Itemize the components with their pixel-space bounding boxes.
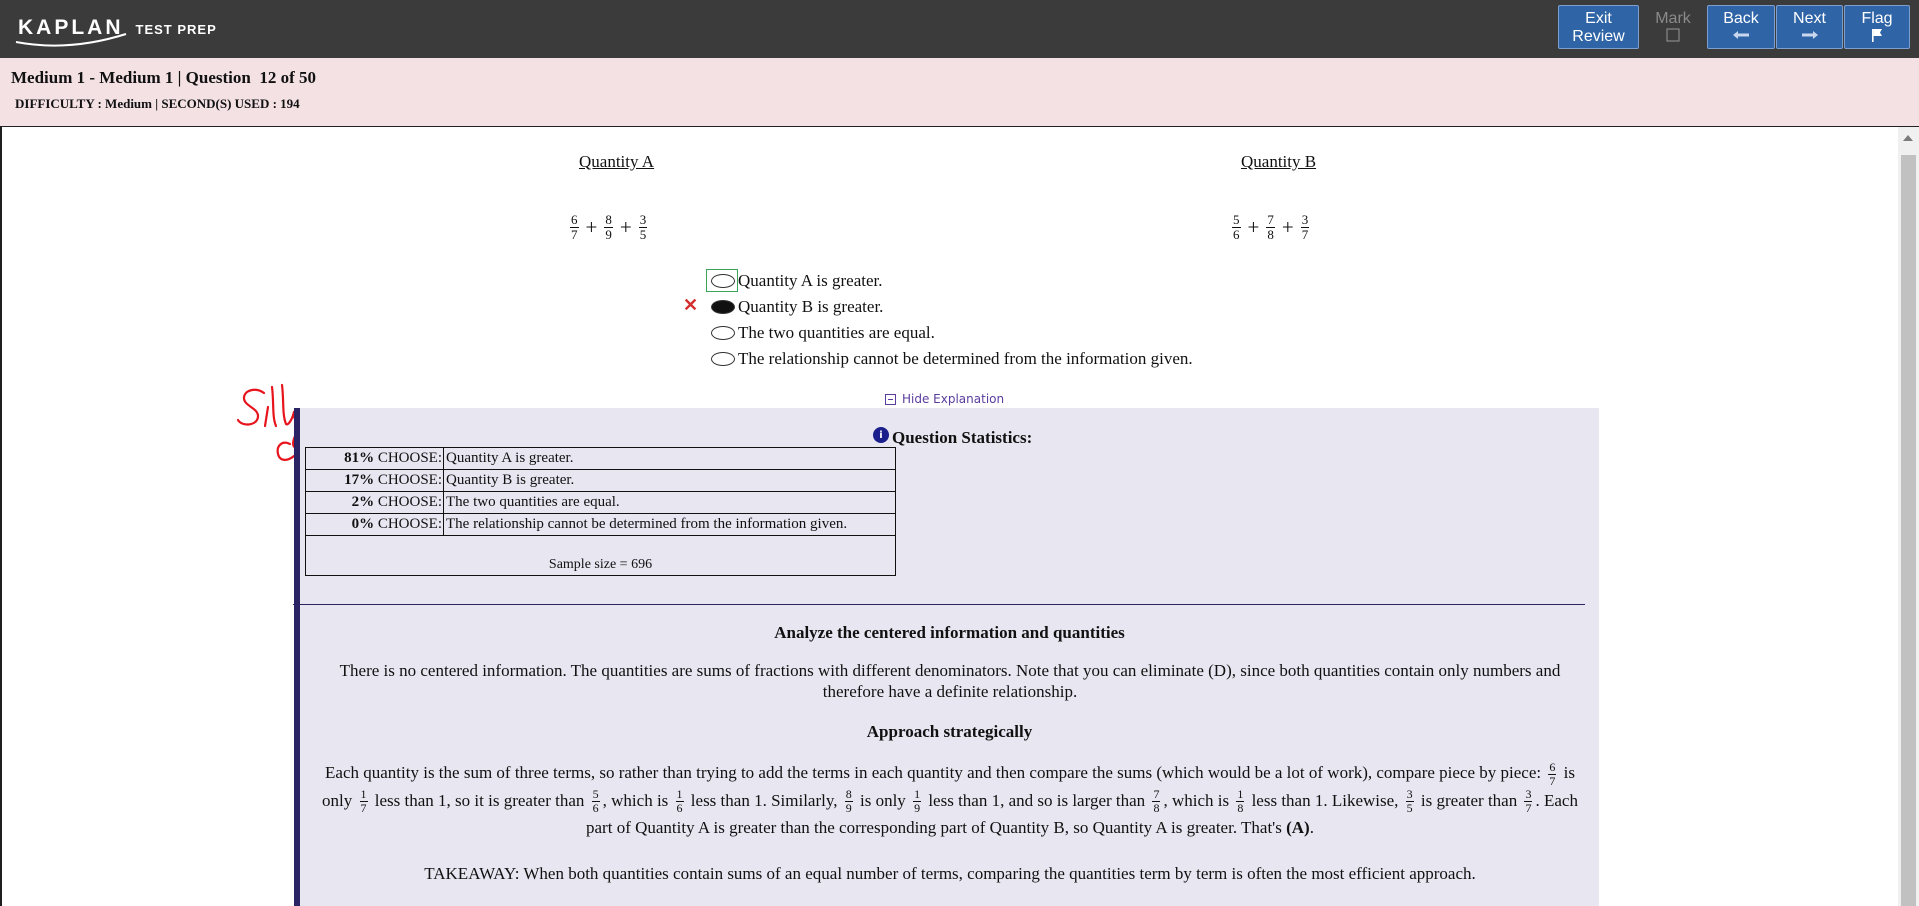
hide-explanation-label: Hide Explanation: [902, 392, 1005, 406]
choice-cell: Quantity B is greater.: [443, 469, 896, 492]
fraction: 89: [604, 212, 613, 242]
fraction: 56: [1232, 212, 1241, 242]
fraction: 17: [359, 787, 368, 816]
next-button[interactable]: Next: [1776, 5, 1843, 49]
choice-label: Quantity B is greater.: [738, 297, 884, 316]
table-row: Sample size = 696: [305, 535, 896, 576]
fraction: 19: [913, 787, 922, 816]
info-icon[interactable]: i: [873, 427, 889, 443]
choice-label: Quantity A is greater.: [738, 271, 883, 290]
mark-button[interactable]: Mark: [1641, 5, 1705, 49]
next-arrow-icon: [1777, 28, 1842, 44]
statistics-table: 81% CHOOSE: Quantity A is greater. 17% C…: [305, 447, 896, 576]
fraction: 37: [1300, 212, 1310, 242]
explanation-panel: i Question Statistics: 81% CHOOSE: Quant…: [293, 408, 1599, 906]
radio-button[interactable]: [711, 326, 735, 340]
question-content: Quantity A Quantity B 67 + 89 + 35 56 + …: [0, 127, 1898, 906]
explanation-paragraph-1: There is no centered information. The qu…: [339, 661, 1561, 701]
table-row: 0% CHOOSE: The relationship cannot be de…: [305, 513, 896, 536]
review-label: Review: [1572, 28, 1625, 45]
sample-size: Sample size = 696: [305, 535, 896, 576]
fraction: 89: [844, 787, 853, 816]
radio-button[interactable]: [711, 352, 735, 366]
question-info-bar: Medium 1 - Medium 1 | Question 12 of 50 …: [0, 58, 1919, 127]
percent-cell: 81% CHOOSE:: [305, 447, 444, 470]
back-button[interactable]: Back: [1707, 5, 1775, 49]
hide-explanation-link[interactable]: Hide Explanation: [885, 392, 1004, 406]
logo-swoosh-icon: [15, 33, 127, 47]
kaplan-logo: KAPLAN TEST PREP: [15, 8, 217, 48]
fraction: 16: [675, 787, 684, 816]
fraction: 67: [570, 212, 579, 242]
answer-choice-a[interactable]: Quantity A is greater.: [711, 270, 882, 292]
scrollbar-thumb[interactable]: [1901, 155, 1916, 906]
quantity-b-heading: Quantity B: [1241, 152, 1317, 171]
back-label: Back: [1723, 10, 1759, 27]
table-row: 17% CHOOSE: Quantity B is greater.: [305, 469, 896, 492]
explanation-heading-2: Approach strategically: [866, 722, 1033, 741]
table-row: 2% CHOOSE: The two quantities are equal.: [305, 491, 896, 514]
percent-cell: 0% CHOOSE:: [305, 513, 444, 536]
fraction: 67: [1548, 759, 1557, 788]
fraction: 18: [1236, 787, 1245, 816]
question-title: Medium 1 - Medium 1 | Question 12 of 50: [11, 68, 317, 87]
choice-label: The relationship cannot be determined fr…: [738, 349, 1193, 368]
takeaway-text: TAKEAWAY: When both quantities contain s…: [424, 864, 1476, 883]
radio-button-selected[interactable]: [711, 300, 735, 314]
difficulty-info: DIFFICULTY : Medium | SECOND(S) USED : 1…: [15, 96, 300, 111]
choice-label: The two quantities are equal.: [738, 323, 935, 342]
fraction: 56: [591, 787, 600, 816]
mark-checkbox-icon: [1642, 28, 1704, 46]
fraction: 35: [638, 212, 648, 242]
exit-label: Exit: [1585, 10, 1612, 27]
correct-answer: (A): [1286, 818, 1310, 838]
explanation-heading-1: Analyze the centered information and qua…: [774, 623, 1125, 642]
section-divider: [293, 604, 1585, 605]
exit-review-button[interactable]: Exit Review: [1558, 5, 1639, 49]
flag-icon: [1845, 28, 1909, 46]
next-label: Next: [1793, 10, 1826, 27]
fraction: 78: [1266, 212, 1275, 242]
answer-choice-d[interactable]: The relationship cannot be determined fr…: [711, 348, 1193, 370]
question-statistics-heading: i Question Statistics:: [873, 427, 1033, 448]
table-row: 81% CHOOSE: Quantity A is greater.: [305, 447, 896, 470]
radio-button[interactable]: [711, 274, 735, 288]
flag-button[interactable]: Flag: [1844, 5, 1910, 49]
mark-label: Mark: [1655, 10, 1691, 27]
fraction: 78: [1152, 787, 1161, 816]
percent-cell: 17% CHOOSE:: [305, 469, 444, 492]
explanation-paragraph-2: Each quantity is the sum of three terms,…: [322, 759, 1578, 838]
choice-cell: The relationship cannot be determined fr…: [443, 513, 896, 536]
logo-tagline: TEST PREP: [135, 21, 217, 37]
top-bar: KAPLAN TEST PREP Exit Review Mark Back N…: [0, 0, 1919, 58]
scroll-up-arrow-icon[interactable]: [1903, 135, 1913, 141]
back-arrow-icon: [1708, 28, 1774, 44]
choice-cell: Quantity A is greater.: [443, 447, 896, 470]
fraction: 37: [1524, 787, 1533, 816]
answer-choice-c[interactable]: The two quantities are equal.: [711, 322, 935, 344]
collapse-icon: [885, 393, 896, 405]
answer-choice-b[interactable]: Quantity B is greater.: [711, 296, 883, 318]
flag-label: Flag: [1861, 10, 1893, 27]
quantity-b-expression: 56 + 78 + 37: [1232, 212, 1310, 242]
statistics-title: Question Statistics:: [892, 428, 1033, 447]
percent-cell: 2% CHOOSE:: [305, 491, 444, 514]
vertical-scrollbar[interactable]: [1898, 127, 1919, 906]
fraction: 35: [1405, 787, 1414, 816]
quantity-a-expression: 67 + 89 + 35: [570, 212, 648, 242]
choice-cell: The two quantities are equal.: [443, 491, 896, 514]
incorrect-answer-icon: ✕: [683, 295, 699, 315]
quantity-a-heading: Quantity A: [579, 152, 655, 171]
